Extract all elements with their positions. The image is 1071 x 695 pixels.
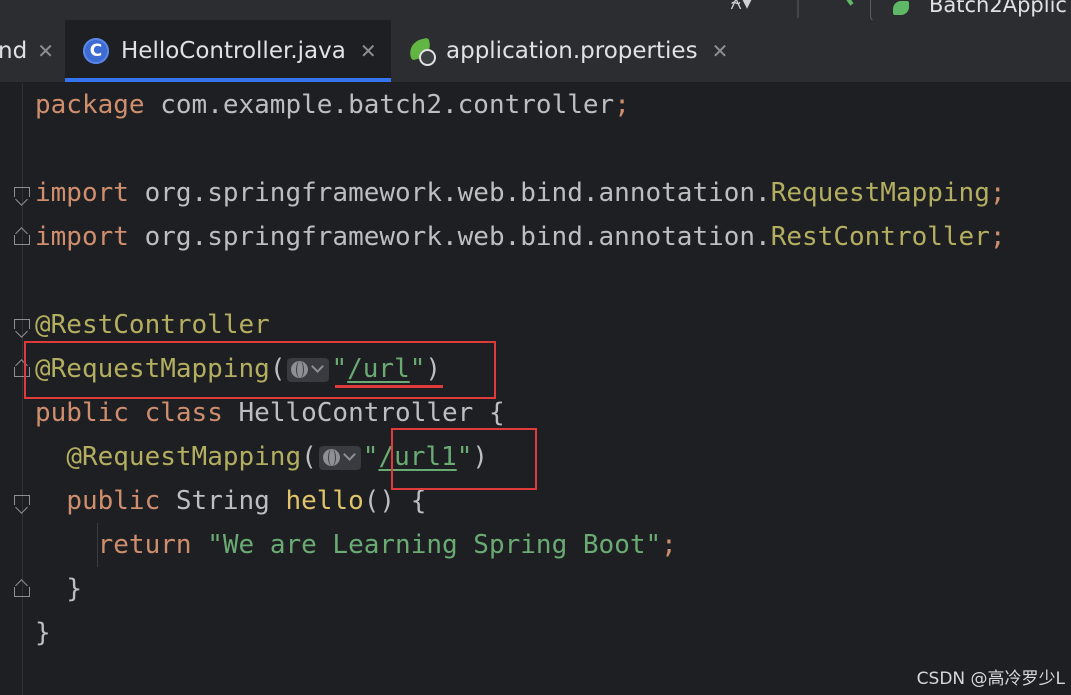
spring-boot-icon (893, 1, 909, 15)
close-icon[interactable]: ✕ (712, 39, 729, 63)
close-icon[interactable]: ✕ (37, 39, 54, 63)
fold-end-icon[interactable] (14, 579, 30, 597)
code-line-4: import org.springframework.web.bind.anno… (35, 222, 1006, 252)
main-toolbar: ⍲▾ Batch2Applic (0, 0, 1071, 22)
code-line-10: public String hello() { (66, 486, 427, 516)
code-line-11: return "We are Learning Spring Boot"; (97, 530, 677, 560)
watermark: CSDN @高冷罗少L (916, 669, 1065, 689)
gutter-border (22, 83, 23, 695)
spring-boot-icon (407, 37, 436, 66)
run-configuration-selector[interactable]: Batch2Applic (870, 0, 1071, 22)
tab-label: application.properties (446, 38, 698, 64)
code-line-12: } (66, 574, 82, 604)
highlight-box-method-mapping (391, 428, 537, 490)
run-config-label: Batch2Applic (929, 0, 1067, 17)
tab-previous-file[interactable]: nd ✕ (0, 20, 62, 82)
toolbar-divider (797, 0, 799, 18)
web-url-globe-icon[interactable] (318, 445, 361, 470)
fold-start-icon[interactable] (14, 319, 30, 338)
code-line-3: import org.springframework.web.bind.anno… (35, 178, 1006, 208)
code-line-13: } (35, 618, 51, 648)
highlight-box-class-mapping (24, 341, 496, 399)
code-editor[interactable]: package com.example.batch2.controller; i… (0, 83, 1071, 695)
fold-start-icon[interactable] (14, 495, 30, 514)
highlight-underline (335, 385, 443, 388)
user-plus-icon[interactable]: ⍲▾ (730, 0, 752, 14)
hammer-icon[interactable] (822, 0, 854, 18)
tab-label: HelloController.java (121, 38, 346, 64)
fold-end-icon[interactable] (14, 227, 30, 245)
tab-application-properties[interactable]: application.properties ✕ (407, 20, 748, 82)
class-c-icon: C (83, 38, 109, 64)
editor-tab-bar: nd ✕ C HelloController.java ✕ applicatio… (0, 20, 1071, 83)
tab-hello-controller[interactable]: C HelloController.java ✕ (65, 20, 391, 82)
fold-start-icon[interactable] (14, 187, 30, 206)
tab-label: nd (0, 38, 28, 64)
code-line-1: package com.example.batch2.controller; (35, 90, 630, 120)
close-icon[interactable]: ✕ (360, 39, 377, 63)
